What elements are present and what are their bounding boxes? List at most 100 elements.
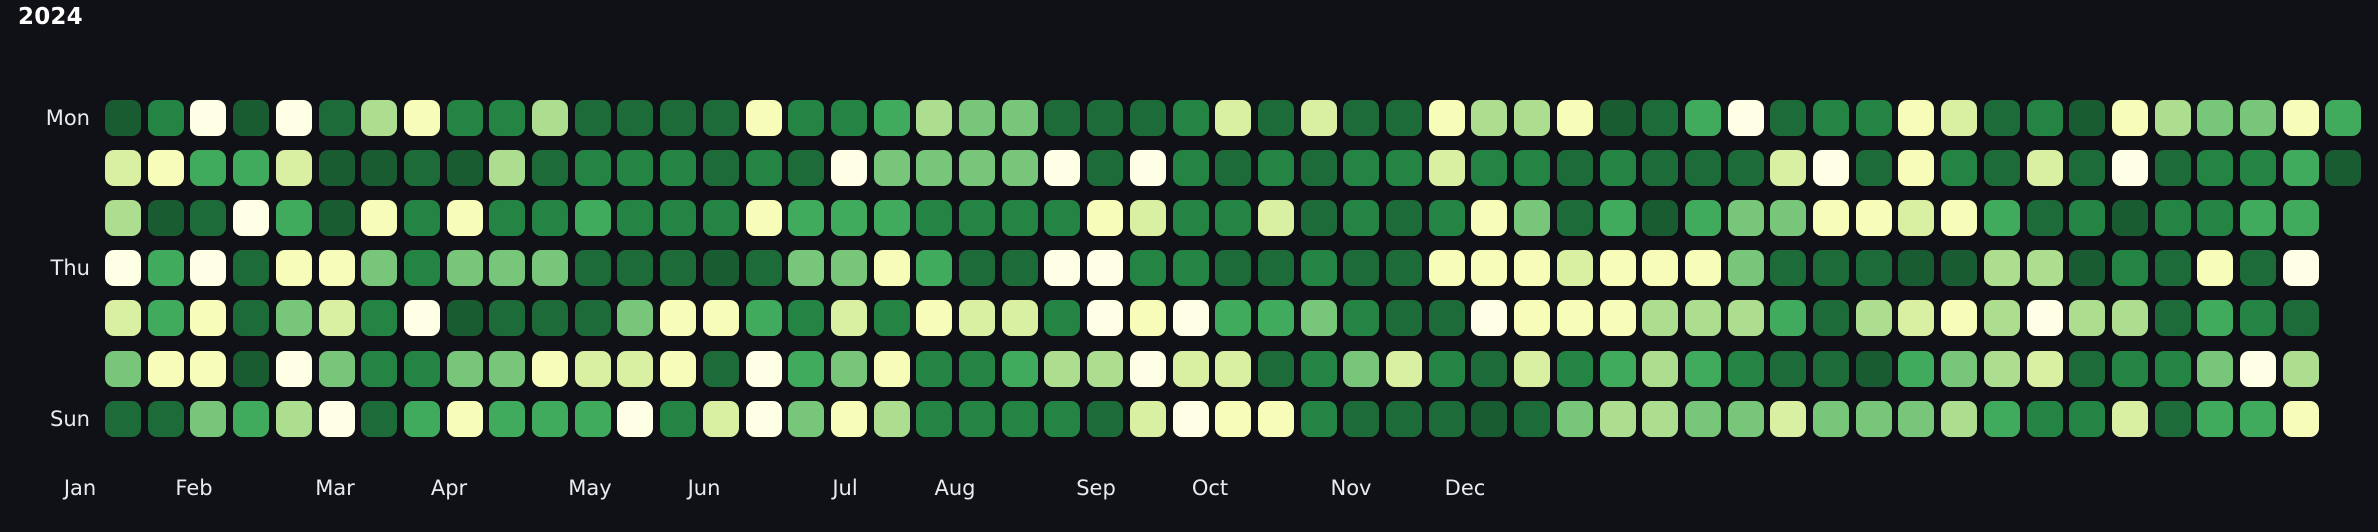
day-cell[interactable] — [148, 150, 184, 186]
day-cell[interactable] — [1728, 300, 1764, 336]
day-cell[interactable] — [1856, 250, 1892, 286]
day-cell[interactable] — [404, 100, 440, 136]
day-cell[interactable] — [1173, 200, 1209, 236]
day-cell[interactable] — [959, 300, 995, 336]
day-cell[interactable] — [447, 200, 483, 236]
day-cell[interactable] — [1087, 401, 1123, 437]
day-cell[interactable] — [874, 150, 910, 186]
day-cell[interactable] — [1941, 200, 1977, 236]
day-cell[interactable] — [1343, 351, 1379, 387]
day-cell[interactable] — [276, 401, 312, 437]
day-cell[interactable] — [916, 100, 952, 136]
day-cell[interactable] — [1728, 351, 1764, 387]
day-cell[interactable] — [1898, 351, 1934, 387]
day-cell[interactable] — [1386, 150, 1422, 186]
day-cell[interactable] — [1429, 150, 1465, 186]
day-cell[interactable] — [2112, 100, 2148, 136]
day-cell[interactable] — [1343, 250, 1379, 286]
day-cell[interactable] — [1984, 300, 2020, 336]
day-cell[interactable] — [148, 100, 184, 136]
day-cell[interactable] — [447, 300, 483, 336]
day-cell[interactable] — [1258, 200, 1294, 236]
day-cell[interactable] — [276, 100, 312, 136]
day-cell[interactable] — [2155, 150, 2191, 186]
day-cell[interactable] — [660, 100, 696, 136]
day-cell[interactable] — [1471, 250, 1507, 286]
day-cell[interactable] — [1173, 351, 1209, 387]
day-cell[interactable] — [2155, 351, 2191, 387]
day-cell[interactable] — [1044, 200, 1080, 236]
day-cell[interactable] — [575, 200, 611, 236]
day-cell[interactable] — [660, 300, 696, 336]
day-cell[interactable] — [1258, 300, 1294, 336]
day-cell[interactable] — [788, 250, 824, 286]
day-cell[interactable] — [2240, 300, 2276, 336]
day-cell[interactable] — [233, 250, 269, 286]
day-cell[interactable] — [1557, 250, 1593, 286]
day-cell[interactable] — [319, 250, 355, 286]
day-cell[interactable] — [532, 300, 568, 336]
day-cell[interactable] — [1984, 401, 2020, 437]
day-cell[interactable] — [1898, 150, 1934, 186]
day-cell[interactable] — [2069, 401, 2105, 437]
day-cell[interactable] — [1301, 351, 1337, 387]
day-cell[interactable] — [1301, 150, 1337, 186]
day-cell[interactable] — [2027, 401, 2063, 437]
day-cell[interactable] — [1087, 351, 1123, 387]
day-cell[interactable] — [874, 100, 910, 136]
day-cell[interactable] — [1429, 300, 1465, 336]
day-cell[interactable] — [660, 250, 696, 286]
day-cell[interactable] — [319, 300, 355, 336]
day-cell[interactable] — [2112, 150, 2148, 186]
day-cell[interactable] — [1984, 200, 2020, 236]
day-cell[interactable] — [959, 100, 995, 136]
day-cell[interactable] — [1856, 150, 1892, 186]
day-cell[interactable] — [1429, 401, 1465, 437]
day-cell[interactable] — [1514, 351, 1550, 387]
day-cell[interactable] — [1044, 351, 1080, 387]
day-cell[interactable] — [617, 401, 653, 437]
day-cell[interactable] — [2069, 250, 2105, 286]
day-cell[interactable] — [1941, 150, 1977, 186]
day-cell[interactable] — [1642, 150, 1678, 186]
day-cell[interactable] — [959, 401, 995, 437]
day-cell[interactable] — [788, 351, 824, 387]
day-cell[interactable] — [1600, 351, 1636, 387]
day-cell[interactable] — [532, 150, 568, 186]
day-cell[interactable] — [233, 351, 269, 387]
day-cell[interactable] — [703, 100, 739, 136]
day-cell[interactable] — [447, 401, 483, 437]
day-cell[interactable] — [788, 300, 824, 336]
day-cell[interactable] — [1770, 100, 1806, 136]
day-cell[interactable] — [746, 100, 782, 136]
day-cell[interactable] — [703, 200, 739, 236]
day-cell[interactable] — [2155, 401, 2191, 437]
day-cell[interactable] — [1770, 250, 1806, 286]
day-cell[interactable] — [831, 401, 867, 437]
day-cell[interactable] — [2240, 150, 2276, 186]
day-cell[interactable] — [148, 200, 184, 236]
day-cell[interactable] — [1130, 401, 1166, 437]
day-cell[interactable] — [1044, 250, 1080, 286]
day-cell[interactable] — [1044, 150, 1080, 186]
day-cell[interactable] — [105, 401, 141, 437]
day-cell[interactable] — [2112, 250, 2148, 286]
day-cell[interactable] — [1514, 200, 1550, 236]
day-cell[interactable] — [1173, 100, 1209, 136]
day-cell[interactable] — [2027, 250, 2063, 286]
day-cell[interactable] — [1173, 250, 1209, 286]
day-cell[interactable] — [489, 250, 525, 286]
day-cell[interactable] — [1941, 351, 1977, 387]
day-cell[interactable] — [276, 300, 312, 336]
day-cell[interactable] — [746, 351, 782, 387]
day-cell[interactable] — [1386, 100, 1422, 136]
day-cell[interactable] — [831, 150, 867, 186]
day-cell[interactable] — [1856, 200, 1892, 236]
day-cell[interactable] — [105, 351, 141, 387]
day-cell[interactable] — [1130, 100, 1166, 136]
day-cell[interactable] — [1471, 351, 1507, 387]
day-cell[interactable] — [190, 200, 226, 236]
day-cell[interactable] — [874, 250, 910, 286]
day-cell[interactable] — [1130, 250, 1166, 286]
day-cell[interactable] — [489, 200, 525, 236]
